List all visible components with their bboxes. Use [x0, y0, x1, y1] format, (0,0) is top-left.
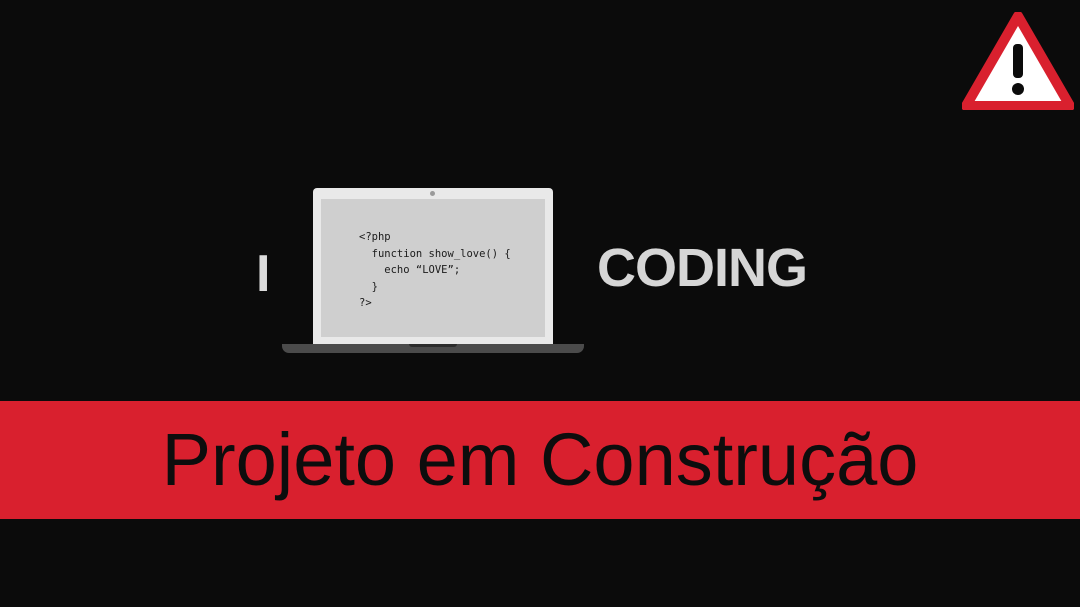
- banner-title: Projeto em Construção: [161, 418, 919, 501]
- laptop-notch: [409, 344, 457, 347]
- warning-triangle-icon: [962, 12, 1074, 110]
- laptop-display: <?php function show_love() { echo “LOVE”…: [321, 199, 545, 337]
- laptop-screen: <?php function show_love() { echo “LOVE”…: [313, 188, 553, 345]
- construction-banner: Projeto em Construção: [0, 401, 1080, 519]
- hero-letter-i: I: [256, 245, 271, 303]
- laptop-camera: [430, 191, 435, 196]
- php-code-snippet: <?php function show_love() { echo “LOVE”…: [359, 231, 511, 309]
- laptop-base: [282, 344, 584, 353]
- hero-coding-word: CODING: [597, 238, 808, 298]
